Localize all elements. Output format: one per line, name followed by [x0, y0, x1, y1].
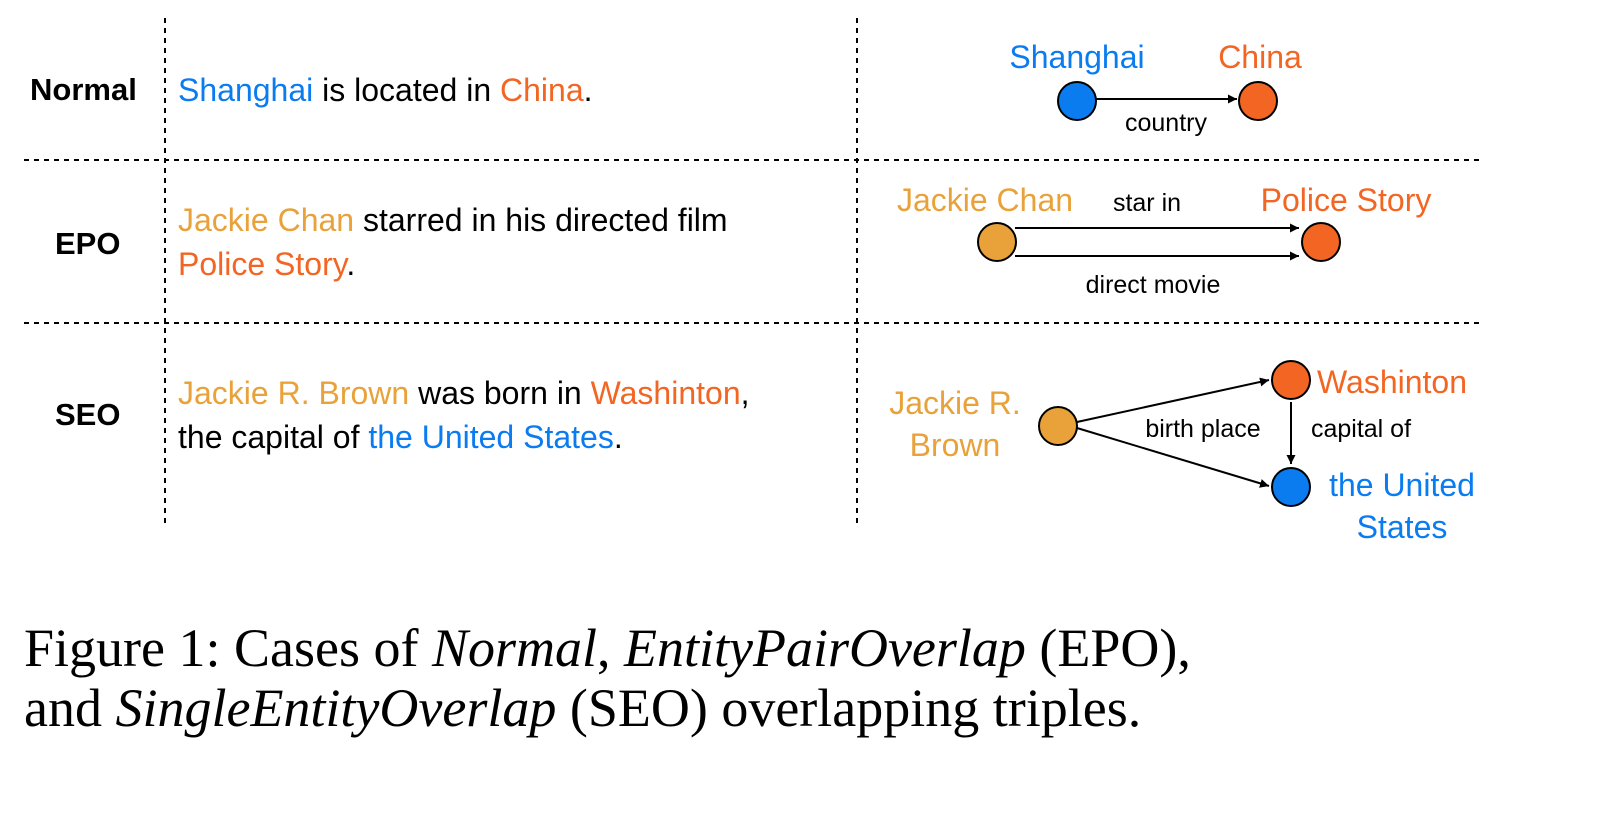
sentence-normal: Shanghai is located in China.: [178, 68, 593, 112]
entity-washinton: Washinton: [590, 375, 741, 411]
row-label-seo: SEO: [55, 397, 121, 432]
entity-jackie-chan: Jackie Chan: [178, 202, 355, 238]
figure: Shanghai China country Jackie Chan Polic…: [0, 0, 1606, 560]
caption-epo-abbr: (EPO),: [1025, 618, 1191, 678]
sentence-epo: Jackie Chan starred in his directed film…: [178, 198, 728, 286]
entity-china: China: [500, 72, 584, 108]
text: ,: [740, 375, 750, 411]
node-jackie-r-brown: [1038, 406, 1078, 446]
graph-mid-washinton: Washinton: [1317, 364, 1467, 400]
node-united-states: [1271, 467, 1311, 507]
caption-normal: Normal: [431, 618, 597, 678]
node-washinton: [1271, 360, 1311, 400]
graph-rel-capital-of: capital of: [1311, 415, 1411, 443]
graph-rel-star-in: star in: [1113, 189, 1181, 217]
text: is located in: [313, 72, 500, 108]
sentence-seo: Jackie R. Brown was born in Washinton, t…: [178, 371, 750, 459]
caption-sep: ,: [597, 618, 624, 678]
node-shanghai: [1057, 81, 1097, 121]
text: .: [613, 419, 623, 455]
graph-head-jackie-r: Jackie R.: [889, 385, 1021, 421]
caption-line2-start: and: [24, 678, 116, 738]
graph-tail-china: China: [1218, 39, 1302, 75]
text: was born in: [409, 375, 591, 411]
graph-tail-the-united: the United: [1329, 467, 1475, 503]
entity-jackie-r-brown: Jackie R. Brown: [178, 375, 410, 411]
graph-head-shanghai: Shanghai: [1009, 39, 1144, 75]
entity-united-states: the United States: [368, 419, 614, 455]
graph-head-jackie-chan: Jackie Chan: [897, 182, 1073, 218]
entity-shanghai: Shanghai: [178, 72, 314, 108]
caption-seo-abbr: (SEO) overlapping triples.: [556, 678, 1142, 738]
text: .: [346, 246, 356, 282]
text: starred in his directed film: [354, 202, 728, 238]
text: .: [583, 72, 593, 108]
figure-caption: Figure 1: Cases of Normal, EntityPairOve…: [24, 618, 1604, 738]
node-jackie-chan: [977, 222, 1017, 262]
graph-rel-direct-movie: direct movie: [1086, 271, 1221, 299]
row-label-normal: Normal: [30, 72, 137, 107]
row-label-epo: EPO: [55, 226, 121, 261]
text: the capital of: [178, 419, 369, 455]
caption-seo: SingleEntityOverlap: [115, 678, 557, 738]
graph-tail-states: States: [1357, 509, 1448, 545]
graph-rel-country: country: [1125, 109, 1207, 137]
node-china: [1238, 81, 1278, 121]
graph-rel-birth-place: birth place: [1145, 415, 1260, 443]
graph-tail-police-story: Police Story: [1261, 182, 1432, 218]
caption-prefix: Figure 1: Cases of: [24, 618, 432, 678]
caption-epo: EntityPairOverlap: [624, 618, 1026, 678]
graph-head-brown: Brown: [910, 427, 1001, 463]
entity-police-story: Police Story: [178, 246, 347, 282]
node-police-story: [1301, 222, 1341, 262]
